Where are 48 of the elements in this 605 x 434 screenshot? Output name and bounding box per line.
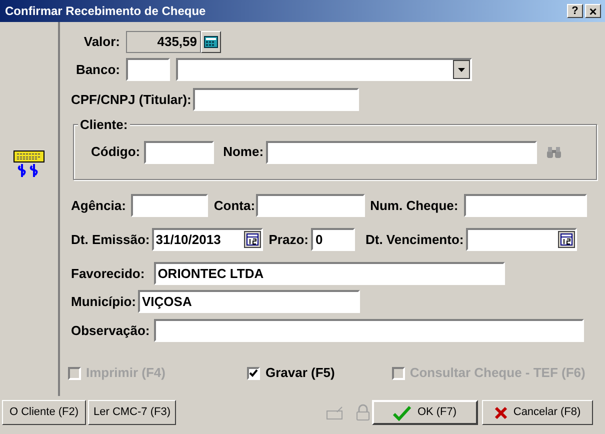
input-field[interactable]: ORIONTEC LTDA	[154, 262, 505, 285]
date-field[interactable]	[466, 228, 577, 251]
input-field[interactable]	[126, 58, 170, 81]
action-button[interactable]: Ler CMC-7 (F3)	[88, 400, 176, 425]
binoculars-icon[interactable]	[546, 146, 562, 158]
date-field[interactable]: 31/10/2013	[152, 228, 263, 251]
field-label: CPF/CNPJ (Titular):	[71, 90, 192, 109]
input-field[interactable]	[130, 194, 208, 217]
calendar-icon[interactable]	[244, 231, 261, 248]
ok-button[interactable]: OK (F7)	[372, 400, 478, 425]
field-label: Num. Cheque:	[370, 196, 458, 215]
field-label: Banco:	[76, 60, 120, 79]
amount-field: 435,59	[126, 31, 201, 53]
help-button[interactable]: ?	[567, 4, 583, 18]
field-label: Prazo:	[268, 230, 308, 249]
field-label: Conta:	[214, 196, 256, 215]
check-money-icon	[13, 150, 45, 178]
calculator-icon	[204, 36, 218, 48]
field-label: Valor:	[84, 33, 120, 52]
input-field[interactable]	[154, 319, 584, 342]
field-label: Agência:	[71, 196, 126, 215]
input-field[interactable]	[464, 194, 588, 217]
input-field[interactable]: 0	[311, 228, 356, 251]
bank-dropdown[interactable]	[176, 58, 472, 81]
envelope-icon	[326, 406, 344, 420]
field-label: Código:	[91, 143, 140, 162]
lock-icon	[356, 404, 370, 421]
field-label: Dt. Vencimento:	[365, 230, 464, 249]
input-field[interactable]	[193, 88, 360, 111]
checkbox[interactable]	[247, 366, 260, 380]
field-label: Favorecido:	[71, 264, 145, 283]
input-field[interactable]	[256, 194, 366, 217]
action-button[interactable]: O Cliente (F2)	[2, 400, 86, 425]
field-label: Observação:	[71, 322, 150, 340]
check-icon	[393, 404, 412, 420]
checkbox-label[interactable]: Gravar (F5)	[265, 363, 335, 383]
cancel-button[interactable]: Cancelar (F8)	[482, 400, 593, 425]
calculator-button[interactable]	[201, 31, 221, 53]
input-field[interactable]: VIÇOSA	[138, 290, 360, 313]
close-button[interactable]: ×	[585, 4, 601, 18]
input-field[interactable]	[144, 140, 214, 164]
field-label: Nome:	[223, 143, 264, 162]
calendar-icon[interactable]	[558, 231, 575, 248]
field-label: Dt. Emissão:	[71, 230, 150, 249]
field-label: Município:	[71, 292, 136, 311]
window-title: Confirmar Recebimento de Cheque	[5, 3, 206, 20]
input-field[interactable]	[266, 140, 537, 164]
close-icon	[494, 406, 508, 420]
